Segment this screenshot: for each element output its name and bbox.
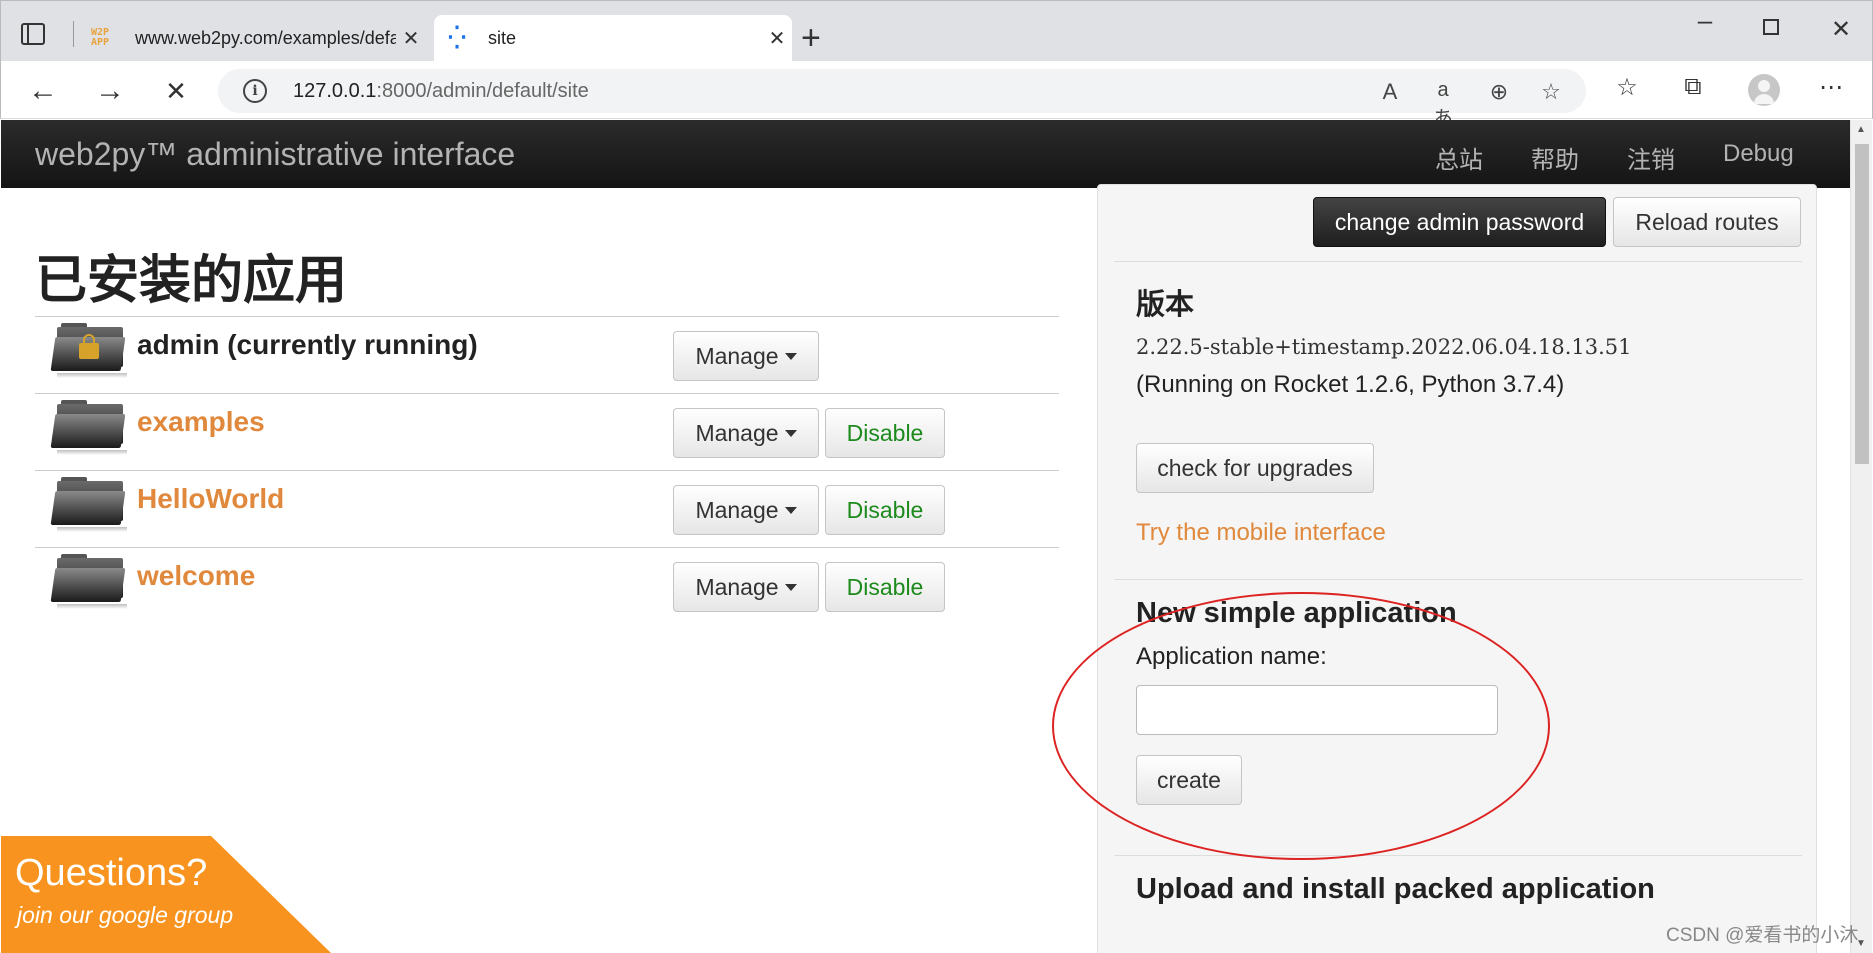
mobile-interface-link[interactable]: Try the mobile interface (1136, 519, 1386, 547)
lock-icon (79, 334, 99, 359)
app-row-admin: admin (currently running) Manage (35, 316, 1059, 393)
caret-down-icon (784, 583, 797, 591)
watermark: CSDN @爱看书的小沐 (1666, 925, 1859, 946)
divider (1114, 855, 1802, 856)
questions-title: Questions? (15, 852, 208, 894)
app-row-examples: examples Manage Disable (35, 393, 1059, 470)
nav-link-help[interactable]: 帮助 (1531, 140, 1579, 175)
browser-tab-strip: W2P APP www.web2py.com/examples/default/ … (0, 0, 1873, 62)
folder-icon (50, 477, 127, 532)
change-admin-password-button[interactable]: change admin password (1313, 197, 1606, 247)
questions-subtitle: join our google group (17, 902, 234, 928)
app-row-welcome: welcome Manage Disable (35, 547, 1059, 624)
version-heading: 版本 (1136, 289, 1195, 321)
check-upgrades-button[interactable]: check for upgrades (1136, 443, 1374, 493)
tab-site[interactable]: ⁛ site ✕ (434, 15, 792, 62)
maximize-icon[interactable] (1751, 15, 1791, 41)
minimize-icon[interactable]: – (1685, 5, 1725, 36)
more-options-icon[interactable]: ⋯ (1813, 73, 1849, 102)
manage-button[interactable]: Manage (673, 485, 819, 535)
page-scrollbar[interactable]: ▲ ▼ (1850, 120, 1872, 953)
nav-link-logout[interactable]: 注销 (1627, 140, 1675, 175)
installed-apps-heading: 已安装的应用 (35, 251, 348, 311)
divider (1114, 261, 1802, 262)
favorites-icon[interactable]: ☆ (1609, 73, 1645, 102)
disable-button[interactable]: Disable (825, 562, 945, 612)
upload-app-heading: Upload and install packed application (1136, 873, 1655, 905)
read-aloud-icon[interactable]: A (1375, 79, 1405, 105)
page-viewport: web2py™ administrative interface 总站 帮助 注… (1, 120, 1850, 953)
info-icon[interactable]: i (243, 79, 267, 103)
folder-icon (50, 554, 127, 609)
admin-navbar: web2py™ administrative interface 总站 帮助 注… (1, 120, 1850, 188)
questions-banner[interactable]: Questions? join our google group (1, 836, 331, 953)
w2p-icon: W2P APP (91, 26, 110, 48)
loading-spinner-icon: ⁛ (448, 25, 466, 51)
tab-title: site (488, 28, 517, 48)
create-button[interactable]: create (1136, 755, 1242, 805)
sidebar-panel: change admin password Reload routes 版本 2… (1097, 184, 1817, 953)
forward-arrow-icon[interactable]: → (92, 73, 128, 109)
add-favorite-icon[interactable]: ☆ (1536, 79, 1566, 105)
brand-title[interactable]: web2py™ administrative interface (35, 136, 515, 173)
disable-button[interactable]: Disable (825, 485, 945, 535)
app-link[interactable]: welcome (137, 560, 255, 592)
tab-web2py-examples[interactable]: W2P APP www.web2py.com/examples/default/ … (81, 15, 426, 62)
caret-down-icon (784, 429, 797, 437)
disable-button[interactable]: Disable (825, 408, 945, 458)
caret-down-icon (784, 506, 797, 514)
version-string: 2.22.5-stable+timestamp.2022.06.04.18.13… (1136, 335, 1632, 359)
reload-routes-button[interactable]: Reload routes (1613, 197, 1801, 247)
manage-button[interactable]: Manage (673, 408, 819, 458)
app-name-label: Application name: (1136, 643, 1327, 670)
tab-title: www.web2py.com/examples/default/ (135, 28, 396, 48)
address-bar[interactable]: i 127.0.0.1:8000/admin/default/site A aあ… (218, 69, 1586, 130)
scrollbar-thumb[interactable] (1855, 144, 1869, 464)
tab-actions-icon[interactable] (21, 23, 45, 45)
scroll-up-icon[interactable]: ▲ (1856, 124, 1866, 135)
manage-button[interactable]: Manage (673, 562, 819, 612)
close-icon[interactable]: ✕ (762, 26, 792, 51)
app-link[interactable]: examples (137, 406, 265, 438)
collections-icon[interactable]: ⧉ (1675, 73, 1711, 101)
manage-button[interactable]: Manage (673, 331, 819, 381)
folder-icon (50, 400, 127, 455)
locked-folder-icon (50, 323, 127, 378)
divider (1114, 579, 1802, 580)
new-app-heading: New simple application (1136, 597, 1457, 629)
app-row-helloworld: HelloWorld Manage Disable (35, 470, 1059, 547)
back-arrow-icon[interactable]: ← (25, 73, 61, 109)
browser-toolbar: ← → ✕ i 127.0.0.1:8000/admin/default/sit… (0, 61, 1873, 130)
address-url[interactable]: 127.0.0.1:8000/admin/default/site (293, 80, 589, 103)
running-on-text: (Running on Rocket 1.2.6, Python 3.7.4) (1136, 371, 1565, 398)
window-close-icon[interactable]: ✕ (1821, 15, 1861, 44)
nav-link-site[interactable]: 总站 (1435, 140, 1483, 175)
app-name: admin (currently running) (137, 329, 478, 360)
caret-down-icon (784, 352, 797, 360)
app-name-input[interactable] (1136, 685, 1498, 735)
installed-app-list: admin (currently running) Manage example… (35, 316, 1059, 624)
nav-link-debug[interactable]: Debug (1723, 140, 1794, 168)
profile-avatar[interactable] (1748, 74, 1780, 106)
new-tab-icon[interactable]: + (801, 21, 821, 55)
app-link[interactable]: HelloWorld (137, 483, 284, 515)
close-icon[interactable]: ✕ (396, 26, 426, 51)
zoom-icon[interactable]: ⊕ (1484, 79, 1514, 105)
stop-loading-icon[interactable]: ✕ (158, 73, 194, 109)
tab-separator (73, 21, 74, 47)
